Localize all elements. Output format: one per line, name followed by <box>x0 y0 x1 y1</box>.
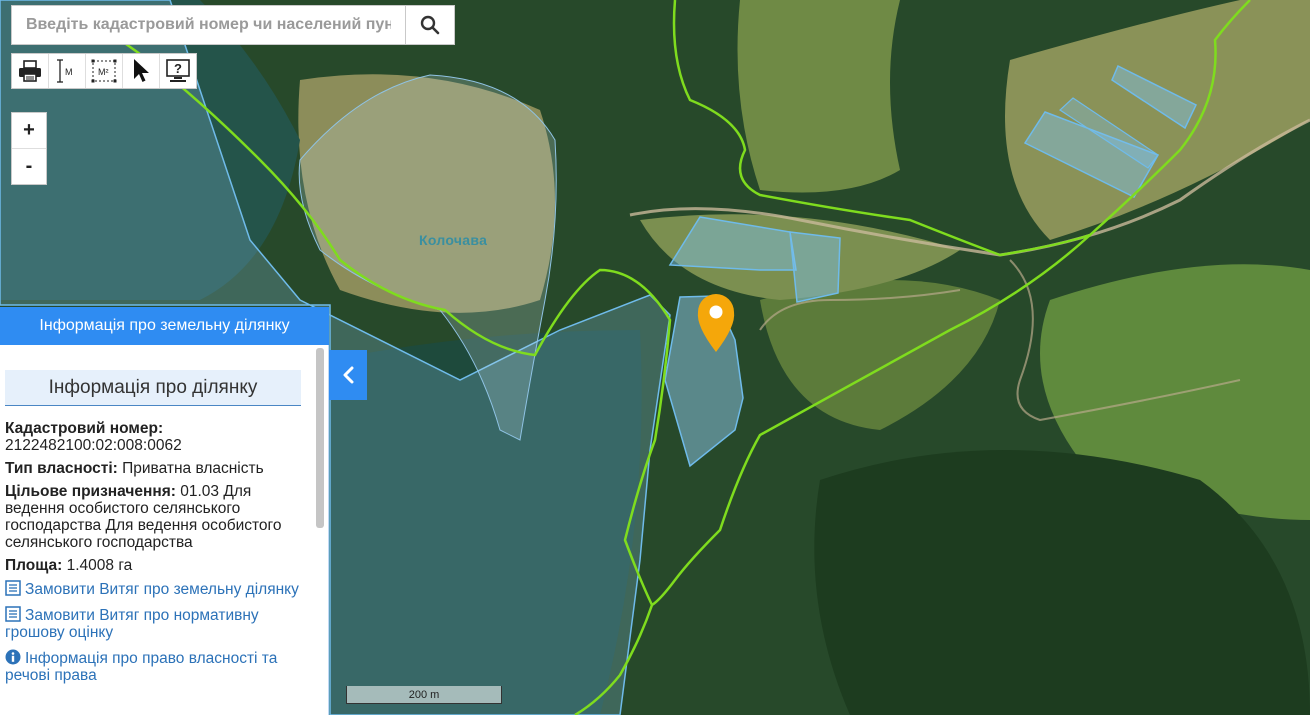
ownership-value: Приватна власність <box>122 460 264 477</box>
section-title: Інформація про ділянку <box>5 370 301 406</box>
svg-text:М: М <box>65 67 73 77</box>
search-bar <box>11 5 455 45</box>
measure-area-button[interactable]: М² <box>86 54 123 88</box>
printer-icon <box>19 60 41 82</box>
ownership-rights-info-text: Інформація про право власності та речові… <box>5 650 278 684</box>
zoom-out-button[interactable]: - <box>12 149 46 184</box>
purpose-row: Цільове призначення: 01.03 Для ведення о… <box>5 483 301 551</box>
search-icon <box>420 15 440 35</box>
order-valuation-extract-text: Замовити Витяг про нормативну грошову оц… <box>5 607 259 641</box>
measure-area-icon: М² <box>91 59 117 83</box>
parcel-info: Кадастровий номер: 2122482100:02:008:006… <box>5 420 301 684</box>
parcel[interactable] <box>789 231 841 303</box>
area-row: Площа: 1.4008 га <box>5 557 301 574</box>
measure-length-icon: М <box>57 59 73 83</box>
ownership-label: Тип власності: <box>5 460 118 477</box>
document-list-icon <box>5 606 21 622</box>
order-valuation-extract-link[interactable]: Замовити Витяг про нормативну грошову оц… <box>5 606 301 641</box>
collapse-panel-button[interactable] <box>329 350 367 400</box>
svg-text:М²: М² <box>98 67 109 77</box>
meadow-north <box>737 0 900 193</box>
search-button[interactable] <box>405 6 454 44</box>
area-label: Площа: <box>5 557 63 574</box>
cadastral-number-label: Кадастровий номер: <box>5 420 164 437</box>
order-parcel-extract-text: Замовити Витяг про земельну ділянку <box>25 581 299 598</box>
pointer-icon <box>134 59 149 82</box>
cadastral-number-value: 2122482100:02:008:0062 <box>5 437 182 454</box>
measure-length-button[interactable]: М <box>49 54 86 88</box>
order-parcel-extract-link[interactable]: Замовити Витяг про земельну ділянку <box>5 580 301 598</box>
chevron-left-icon <box>343 366 354 384</box>
scale-bar: 200 m <box>346 686 502 704</box>
cadastral-search-input[interactable] <box>12 6 405 44</box>
print-button[interactable] <box>12 54 49 88</box>
document-list-icon <box>5 580 21 596</box>
info-icon <box>5 649 21 665</box>
help-button[interactable]: ? <box>160 54 196 88</box>
panel-scrollbar[interactable] <box>316 348 324 528</box>
ownership-rights-info-link[interactable]: Інформація про право власності та речові… <box>5 649 301 684</box>
map-toolbar: М М² ? <box>11 53 197 89</box>
help-icon: ? <box>166 59 190 82</box>
zoom-control: + - <box>11 112 47 185</box>
place-label: Колочава <box>419 232 488 248</box>
parcel-info-panel: Інформація про ділянку Кадастровий номер… <box>0 345 329 715</box>
zoom-in-button[interactable]: + <box>12 113 46 149</box>
area-value: 1.4008 га <box>66 557 133 574</box>
panel-header: Інформація про земельну ділянку <box>0 307 329 345</box>
ownership-row: Тип власності: Приватна власність <box>5 460 301 477</box>
select-pointer-button[interactable] <box>123 54 160 88</box>
purpose-label: Цільове призначення: <box>5 483 176 500</box>
cadastral-number-row: Кадастровий номер: 2122482100:02:008:006… <box>5 420 301 454</box>
svg-text:?: ? <box>174 61 182 76</box>
